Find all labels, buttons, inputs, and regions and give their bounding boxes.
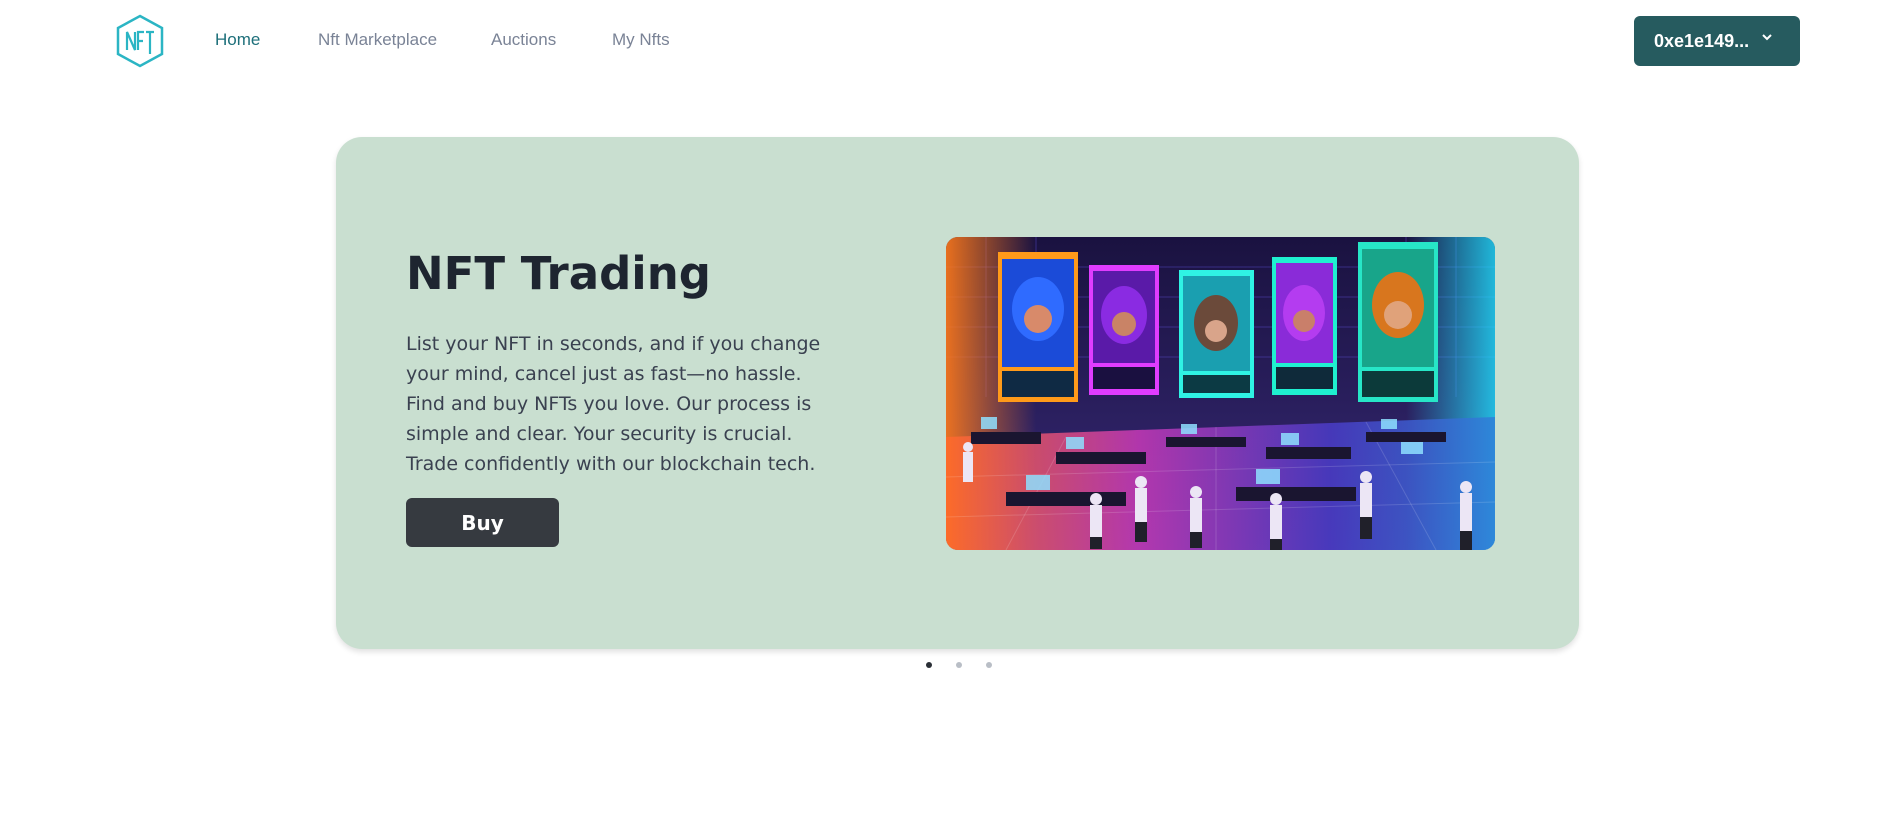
carousel-dot-1[interactable] [926,662,932,668]
nav-link-my-nfts[interactable]: My Nfts [612,30,670,50]
nft-logo[interactable] [113,14,167,68]
nav-link-nft-marketplace[interactable]: Nft Marketplace [318,30,437,50]
wallet-address: 0xe1e149... [1654,30,1750,51]
nav-link-auctions[interactable]: Auctions [491,30,556,50]
navbar: Home Nft Marketplace Auctions My Nfts 0x… [0,0,1894,82]
hero-description: List your NFT in seconds, and if you cha… [406,333,821,475]
hero-title: NFT Trading [406,247,711,300]
chevron-down-icon [1762,34,1772,41]
buy-button[interactable]: Buy [406,498,559,547]
wallet-dropdown-button[interactable]: 0xe1e149... [1634,16,1800,66]
hero-card: NFT Trading List your NFT in seconds, an… [336,137,1579,649]
nav-link-home[interactable]: Home [215,30,260,50]
nft-trading-illustration [946,237,1495,550]
carousel-dot-3[interactable] [986,662,992,668]
carousel-dot-2[interactable] [956,662,962,668]
